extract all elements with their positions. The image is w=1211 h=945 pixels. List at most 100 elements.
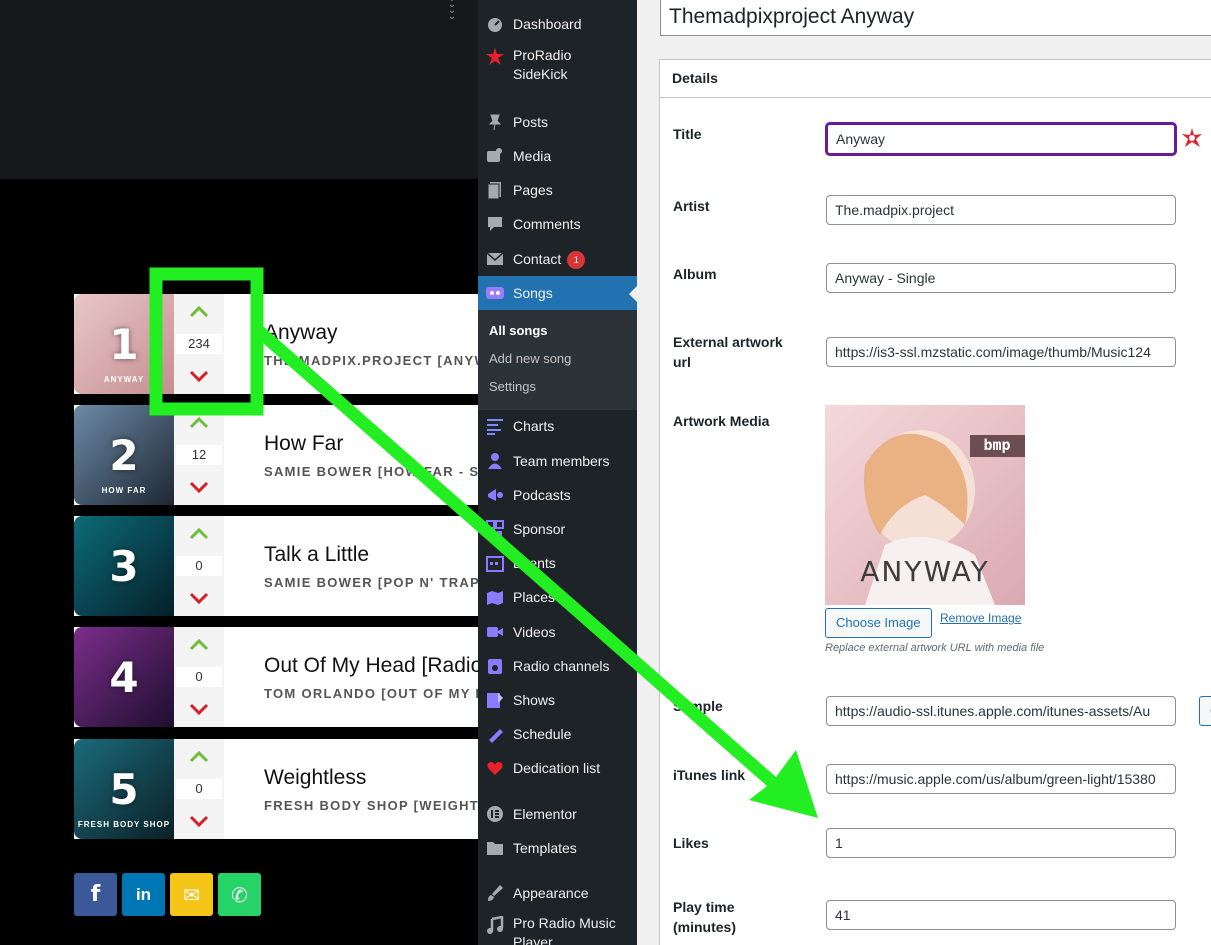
- menu-label: Shows: [513, 692, 556, 708]
- vote-controls: 234: [174, 294, 224, 394]
- submenu-add-new-song[interactable]: Add new song: [489, 351, 571, 366]
- chart-row[interactable]: 5 FRESH BODY SHOP 0 Weightless FRESH BOD…: [74, 739, 478, 839]
- menu-item-radio-channels[interactable]: Radio channels: [478, 653, 637, 679]
- vote-count: 234: [176, 334, 222, 354]
- cover-thumbnail[interactable]: 2 HOW FAR: [74, 405, 174, 505]
- scroll-down-icon[interactable]: ⌄⌄⌄⌄: [444, 0, 460, 24]
- track-subtitle: THE.MADPIX.PROJECT [ANYWAY - SINGLE]: [264, 353, 478, 368]
- vote-count: 0: [176, 556, 222, 576]
- cover-thumbnail[interactable]: 4: [74, 627, 174, 727]
- external-artwork-field[interactable]: https://is3-ssl.mzstatic.com/image/thumb…: [826, 337, 1176, 367]
- vote-controls: 0: [174, 516, 224, 616]
- chart-row[interactable]: 2 HOW FAR 12 How Far SAMIE BOWER [HOW FA…: [74, 405, 478, 505]
- album-field[interactable]: Anyway - Single: [826, 263, 1176, 293]
- upvote-arrow-icon[interactable]: [187, 747, 211, 765]
- post-title-input[interactable]: Themadpixproject Anyway: [660, 0, 1211, 36]
- menu-item-team-members[interactable]: Team members: [478, 448, 637, 474]
- songs-icon: [486, 287, 504, 299]
- chart-rank: 4: [109, 652, 139, 702]
- menu-item-comments[interactable]: Comments: [478, 211, 637, 237]
- heart-icon: [487, 762, 503, 775]
- menu-label: Pro Radio Music Player: [513, 915, 616, 945]
- menu-item-proradio-sidekick[interactable]: ProRadio SideKick: [478, 46, 637, 90]
- sample-field[interactable]: https://audio-ssl.itunes.apple.com/itune…: [826, 696, 1176, 726]
- menu-item-shows[interactable]: Shows: [478, 687, 637, 713]
- submenu-settings[interactable]: Settings: [489, 379, 536, 394]
- linkedin-share-button[interactable]: in: [122, 873, 165, 916]
- chart-row[interactable]: 4 0 Out Of My Head [Radio Edit] TOM ORLA…: [74, 627, 478, 727]
- track-title[interactable]: Talk a Little: [264, 543, 369, 567]
- menu-item-posts[interactable]: Posts: [478, 109, 637, 135]
- menu-item-podcasts[interactable]: Podcasts: [478, 482, 637, 508]
- menu-item-videos[interactable]: Videos: [478, 619, 637, 645]
- likes-field[interactable]: 1: [826, 828, 1176, 858]
- cover-thumbnail[interactable]: 3: [74, 516, 174, 616]
- downvote-arrow-icon[interactable]: [187, 813, 211, 831]
- cover-text: HOW FAR: [101, 486, 147, 495]
- menu-item-dedication-list[interactable]: Dedication list: [478, 755, 637, 781]
- upvote-arrow-icon[interactable]: [187, 524, 211, 542]
- upvote-arrow-icon[interactable]: [187, 413, 211, 431]
- menu-item-pro-radio-music-player[interactable]: Pro Radio Music Player: [478, 914, 637, 945]
- likes-label: Likes: [673, 835, 709, 851]
- choose-image-button[interactable]: Choose Image: [825, 608, 932, 638]
- chart-row[interactable]: 1 ANYWAY 234 Anyway THE.MADPIX.PROJECT […: [74, 294, 478, 394]
- playtime-field[interactable]: 41: [826, 900, 1176, 930]
- downvote-arrow-icon[interactable]: [187, 368, 211, 386]
- menu-item-dashboard[interactable]: Dashboard: [478, 11, 637, 37]
- track-title[interactable]: How Far: [264, 432, 343, 456]
- schedule-icon: [489, 729, 503, 743]
- downvote-arrow-icon[interactable]: [187, 590, 211, 608]
- artist-field[interactable]: The.madpix.project: [826, 195, 1176, 225]
- menu-item-sponsor[interactable]: Sponsor: [478, 516, 637, 542]
- cover-text: FRESH BODY SHOP: [77, 820, 171, 829]
- upvote-arrow-icon[interactable]: [187, 302, 211, 320]
- itunes-label: iTunes link: [673, 767, 746, 783]
- menu-item-elementor[interactable]: Elementor: [478, 801, 637, 827]
- menu-item-contact[interactable]: Contact 1: [478, 246, 637, 272]
- downvote-arrow-icon[interactable]: [187, 479, 211, 497]
- menu-label: Media: [513, 148, 552, 164]
- music-icon: [487, 916, 504, 934]
- cover-text: ANYWAY: [103, 375, 145, 384]
- metabox-heading[interactable]: Details: [660, 60, 1211, 98]
- vote-controls: 12: [174, 405, 224, 505]
- menu-label: Sponsor: [513, 521, 566, 537]
- choose-sample-button[interactable]: Cho: [1199, 696, 1211, 726]
- itunes-field[interactable]: https://music.apple.com/us/album/green-l…: [826, 764, 1176, 794]
- vote-count: 12: [176, 445, 222, 465]
- upvote-arrow-icon[interactable]: [187, 635, 211, 653]
- facebook-icon: f: [90, 882, 101, 907]
- track-title[interactable]: Anyway: [264, 321, 338, 345]
- remove-image-link[interactable]: Remove Image: [940, 611, 1021, 625]
- track-title[interactable]: Out Of My Head [Radio Edit]: [264, 654, 478, 678]
- video-icon: [487, 627, 503, 637]
- album-label: Album: [673, 266, 717, 282]
- artwork-hint: Replace external artwork URL with media …: [825, 642, 1045, 654]
- artist-label: Artist: [673, 198, 710, 214]
- whatsapp-share-button[interactable]: ✆: [218, 873, 261, 916]
- downvote-arrow-icon[interactable]: [187, 701, 211, 719]
- email-share-button[interactable]: ✉: [170, 873, 213, 916]
- notification-badge: 1: [567, 251, 586, 270]
- menu-item-media[interactable]: Media: [478, 143, 637, 169]
- cover-thumbnail[interactable]: 1 ANYWAY: [74, 294, 174, 394]
- menu-item-places[interactable]: Places: [478, 584, 637, 610]
- track-title[interactable]: Weightless: [264, 766, 366, 790]
- podcast-icon: [488, 489, 503, 501]
- menu-label: Charts: [513, 418, 555, 434]
- menu-item-charts[interactable]: Charts: [478, 413, 637, 439]
- submenu-all-songs[interactable]: All songs: [489, 323, 548, 338]
- facebook-share-button[interactable]: f: [74, 873, 117, 916]
- title-field[interactable]: Anyway: [826, 123, 1176, 155]
- cover-thumbnail[interactable]: 5 FRESH BODY SHOP: [74, 739, 174, 839]
- menu-item-pages[interactable]: Pages: [478, 177, 637, 203]
- menu-item-templates[interactable]: Templates: [478, 835, 637, 861]
- menu-item-appearance[interactable]: Appearance: [478, 880, 637, 906]
- linkedin-icon: in: [135, 884, 152, 904]
- menu-item-events[interactable]: Events: [478, 550, 637, 576]
- chart-row[interactable]: 3 0 Talk a Little SAMIE BOWER [POP N' TR…: [74, 516, 478, 616]
- menu-item-songs[interactable]: Songs: [478, 276, 637, 310]
- chart-rank: 3: [109, 541, 139, 591]
- menu-item-schedule[interactable]: Schedule: [478, 721, 637, 747]
